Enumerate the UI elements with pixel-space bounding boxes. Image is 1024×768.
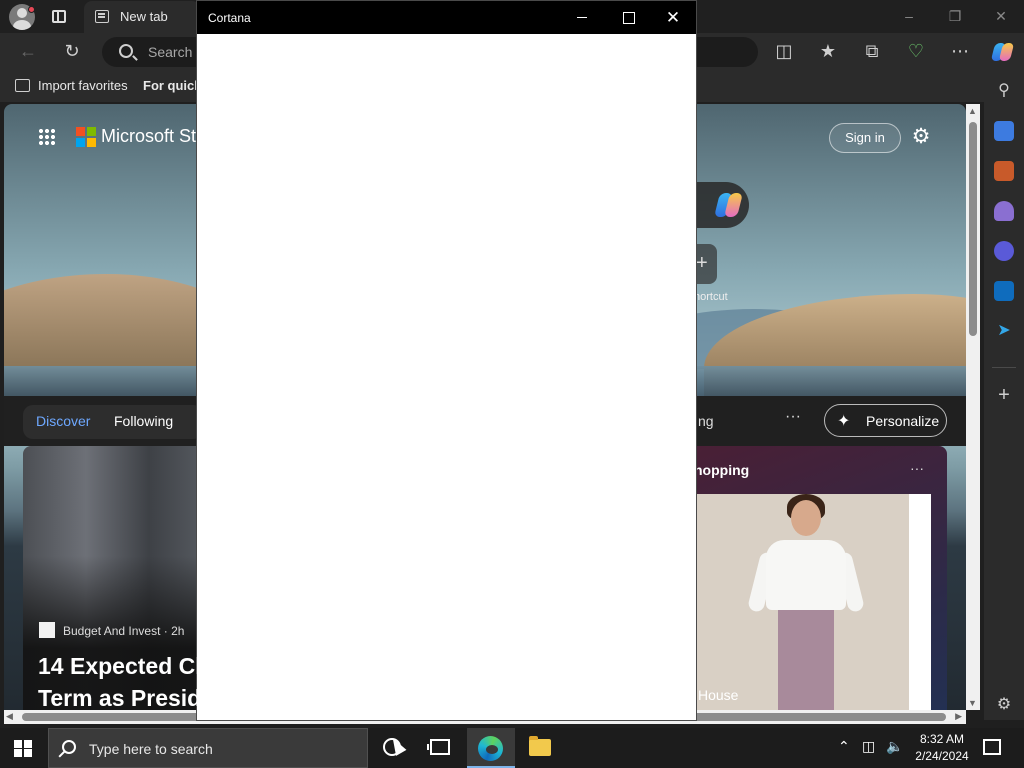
clock-time: 8:32 AM bbox=[919, 732, 965, 746]
gear-icon[interactable]: ⚙ bbox=[910, 126, 932, 148]
favorites-hint-text: For quick bbox=[143, 78, 202, 93]
clock-date: 2/24/2024 bbox=[915, 749, 969, 763]
games-icon[interactable] bbox=[994, 201, 1014, 221]
settings-icon[interactable]: ⚙ bbox=[994, 695, 1014, 715]
article-source: Budget And Invest · 2h bbox=[63, 624, 185, 638]
tab-discover[interactable]: Discover bbox=[36, 413, 90, 429]
article-headline[interactable]: 14 Expected Ch Term as Presid bbox=[38, 650, 368, 710]
browser-essentials-icon[interactable]: ♡ bbox=[906, 41, 926, 61]
product-brand-tag: House bbox=[698, 687, 739, 703]
tab-actions-icon[interactable] bbox=[50, 7, 70, 27]
tab-title: New tab bbox=[120, 9, 168, 24]
restore-button[interactable]: ❐ bbox=[932, 0, 978, 33]
edge-taskbar-button[interactable] bbox=[467, 728, 515, 768]
toolbox-icon[interactable] bbox=[994, 161, 1014, 181]
add-shortcut-label: hortcut bbox=[694, 291, 728, 303]
cortana-close-button[interactable]: ✕ bbox=[650, 1, 696, 34]
taskbar: Type here to search ⌃ ◫ 🔈 8:32 AM 2/24/2… bbox=[0, 728, 1024, 768]
send-icon[interactable]: ➤ bbox=[994, 321, 1014, 341]
headline-line: 14 Expected Ch bbox=[38, 653, 210, 679]
task-view-button[interactable] bbox=[416, 728, 464, 768]
search-icon[interactable]: ⚲ bbox=[994, 81, 1014, 101]
refresh-icon[interactable]: ↻ bbox=[62, 41, 82, 61]
app-launcher-icon[interactable] bbox=[38, 128, 56, 146]
new-tab-page-icon bbox=[95, 10, 109, 23]
cortana-maximize-button[interactable] bbox=[605, 1, 651, 34]
shopping-more-button[interactable]: ··· bbox=[910, 460, 924, 476]
import-favorites-link[interactable]: Import favorites bbox=[38, 78, 128, 93]
chevron-up-icon[interactable]: ⌃ bbox=[838, 738, 850, 755]
minimize-button[interactable]: – bbox=[886, 0, 932, 33]
file-explorer-taskbar-button[interactable] bbox=[516, 728, 564, 768]
headline-line: Term as Presid bbox=[38, 685, 202, 710]
volume-muted-icon[interactable]: 🔈 bbox=[886, 738, 903, 755]
close-button[interactable]: ✕ bbox=[978, 0, 1024, 33]
microsoft-start-title: Microsoft Sta bbox=[101, 126, 207, 146]
search-icon bbox=[62, 740, 76, 754]
taskbar-search-box[interactable]: Type here to search bbox=[48, 728, 368, 768]
scroll-up-icon[interactable]: ▲ bbox=[968, 106, 977, 116]
scroll-down-icon[interactable]: ▼ bbox=[968, 698, 977, 708]
tab-following[interactable]: Following bbox=[114, 413, 173, 429]
publisher-logo-icon bbox=[39, 622, 55, 638]
shopping-label: hopping bbox=[694, 462, 750, 478]
task-view-icon bbox=[427, 739, 450, 755]
personalize-button[interactable]: ✦ Personalize bbox=[824, 404, 947, 437]
notifications-icon[interactable] bbox=[983, 739, 1001, 755]
import-favorites-icon bbox=[15, 79, 30, 92]
sidebar-separator bbox=[992, 367, 1016, 368]
profile-status-dot bbox=[28, 6, 35, 13]
outlook-icon[interactable] bbox=[994, 281, 1014, 301]
browser-window-controls: – ❐ ✕ bbox=[886, 0, 1024, 33]
file-explorer-icon bbox=[529, 736, 551, 756]
cortana-window-title: Cortana bbox=[208, 11, 251, 25]
favorites-icon[interactable]: ★ bbox=[818, 41, 838, 61]
edge-icon bbox=[478, 736, 503, 761]
scroll-left-icon[interactable]: ◀ bbox=[6, 711, 13, 722]
feed-more-button[interactable]: ··· bbox=[785, 408, 801, 426]
windows-start-icon[interactable] bbox=[14, 740, 32, 757]
scrollbar-thumb[interactable] bbox=[969, 122, 977, 336]
more-icon[interactable]: ⋯ bbox=[950, 41, 970, 61]
split-screen-icon[interactable]: ◫ bbox=[774, 41, 794, 61]
tab-new-tab[interactable]: New tab bbox=[84, 1, 200, 33]
vertical-scrollbar[interactable]: ▲ ▼ bbox=[966, 104, 980, 710]
microsoft-logo-icon bbox=[76, 127, 96, 147]
edge-sidebar: ⚲ ➤ + ⚙ bbox=[984, 69, 1024, 720]
personalize-star-icon: ✦ bbox=[837, 413, 851, 430]
copilot-icon[interactable] bbox=[989, 40, 1015, 64]
cortana-titlebar[interactable]: Cortana ✕ bbox=[197, 1, 696, 34]
address-placeholder: Search bbox=[148, 44, 193, 60]
personalize-label: Personalize bbox=[866, 413, 940, 429]
search-icon bbox=[119, 44, 133, 58]
taskbar-search-placeholder: Type here to search bbox=[89, 741, 213, 757]
add-icon[interactable]: + bbox=[994, 385, 1014, 405]
network-icon[interactable]: ◫ bbox=[862, 738, 875, 755]
cortana-minimize-button[interactable] bbox=[559, 1, 605, 34]
shopping-tag-icon[interactable] bbox=[994, 121, 1014, 141]
sign-in-button[interactable]: Sign in bbox=[829, 123, 901, 153]
cortana-window[interactable]: Cortana ✕ bbox=[196, 0, 697, 721]
system-clock[interactable]: 8:32 AM 2/24/2024 bbox=[910, 731, 974, 765]
tab-partial[interactable]: ng bbox=[698, 413, 714, 429]
copilot-icon[interactable] bbox=[994, 241, 1014, 261]
product-image[interactable] bbox=[696, 494, 931, 710]
back-icon[interactable]: ← bbox=[18, 41, 38, 61]
collections-icon[interactable]: ⧉ bbox=[862, 41, 882, 61]
scroll-right-icon[interactable]: ▶ bbox=[955, 711, 962, 722]
